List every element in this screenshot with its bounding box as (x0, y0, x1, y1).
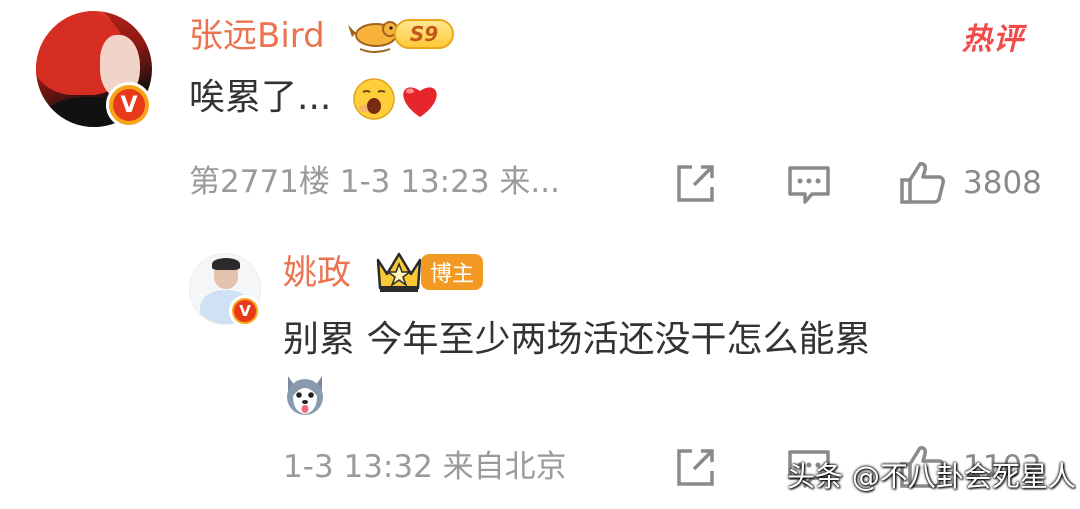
crown-icon (376, 252, 422, 292)
like-icon[interactable] (898, 160, 946, 206)
comment-like-count: 3808 (963, 165, 1042, 201)
heart-emoji (403, 87, 437, 117)
blogger-tag: 博主 (421, 254, 483, 290)
verified-icon: V (106, 82, 152, 128)
watermark: 头条 @不八卦会死星人 (787, 460, 1076, 493)
comment-text: 唉累了... (189, 77, 332, 118)
comment-username[interactable]: 张远Bird (189, 19, 325, 53)
repost-icon[interactable] (674, 163, 716, 205)
level-badge: S9 (346, 13, 458, 57)
yawn-emoji (353, 78, 395, 120)
comment-icon[interactable] (786, 164, 832, 206)
reply-meta: 1-3 13:32 来自北京 (283, 449, 567, 485)
reply-username[interactable]: 姚政 (283, 256, 351, 290)
level-text: S9 (394, 19, 454, 49)
reply-repost-icon[interactable] (674, 447, 716, 489)
hot-comment-tag: 热评 (962, 22, 1024, 57)
reply-verified-icon: V (229, 295, 261, 327)
comment-meta: 第2771楼 1-3 13:23 来... (189, 164, 560, 200)
husky-emoji (287, 376, 323, 415)
reply-text: 别累 今年至少两场活还没干怎么能累 (283, 319, 871, 360)
